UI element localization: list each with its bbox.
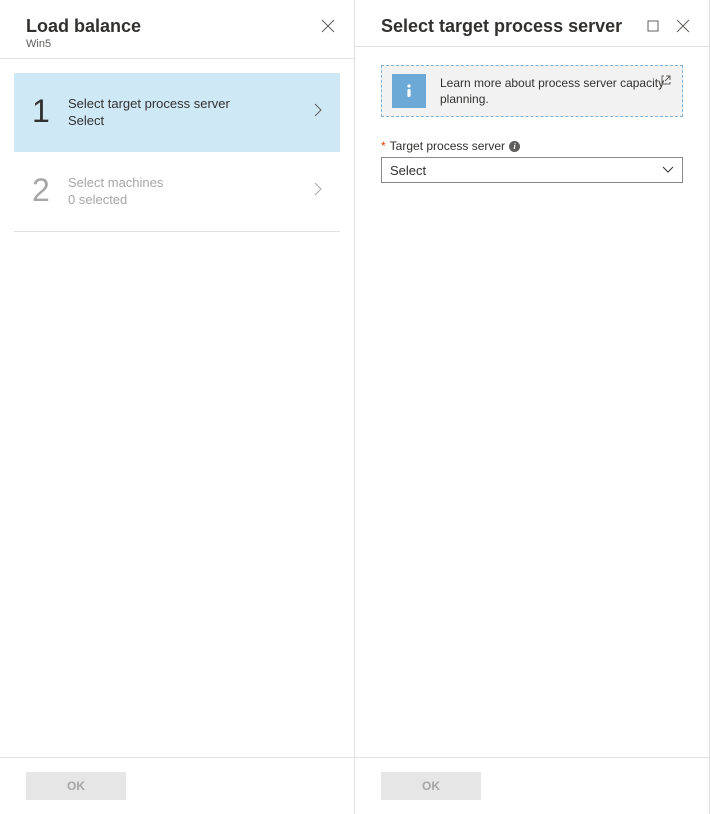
required-asterisk: *	[381, 139, 386, 153]
chevron-down-icon	[662, 163, 674, 177]
external-link-icon[interactable]	[660, 74, 672, 89]
chevron-right-icon	[314, 180, 328, 201]
left-subtitle: Win5	[26, 38, 141, 50]
info-icon	[392, 74, 426, 108]
left-header-icons	[320, 14, 336, 34]
close-icon[interactable]	[675, 18, 691, 34]
load-balance-pane: Load balance Win5 1 Select target proces…	[0, 0, 355, 814]
step-select-target-server[interactable]: 1 Select target process server Select	[14, 73, 340, 152]
step-sub: Select	[68, 113, 314, 128]
right-titles: Select target process server	[381, 14, 622, 38]
right-title: Select target process server	[381, 14, 622, 38]
left-title: Load balance	[26, 14, 141, 38]
select-value: Select	[390, 163, 426, 178]
ok-button[interactable]: OK	[26, 772, 126, 800]
close-icon[interactable]	[320, 18, 336, 34]
info-banner[interactable]: Learn more about process server capacity…	[381, 65, 683, 117]
left-header: Load balance Win5	[0, 0, 354, 59]
step-sub: 0 selected	[68, 192, 314, 207]
ok-button[interactable]: OK	[381, 772, 481, 800]
chevron-right-icon	[314, 101, 328, 122]
target-server-select[interactable]: Select	[381, 157, 683, 183]
right-footer: OK	[355, 757, 709, 814]
maximize-icon[interactable]	[645, 18, 661, 34]
field-label-text: Target process server	[390, 139, 505, 153]
steps-list: 1 Select target process server Select 2 …	[0, 59, 354, 757]
step-title: Select target process server	[68, 96, 314, 111]
step-texts: Select target process server Select	[68, 96, 314, 128]
info-text: Learn more about process server capacity…	[440, 75, 672, 107]
step-number: 2	[32, 172, 68, 209]
right-body: Learn more about process server capacity…	[355, 47, 709, 757]
step-select-machines[interactable]: 2 Select machines 0 selected	[14, 152, 340, 232]
step-title: Select machines	[68, 175, 314, 190]
right-header: Select target process server	[355, 0, 709, 47]
left-titles: Load balance Win5	[26, 14, 141, 50]
left-footer: OK	[0, 757, 354, 814]
step-texts: Select machines 0 selected	[68, 175, 314, 207]
select-target-pane: Select target process server Learn more …	[355, 0, 710, 814]
step-number: 1	[32, 93, 68, 130]
right-header-icons	[645, 14, 691, 34]
help-icon[interactable]: i	[509, 141, 520, 152]
target-server-label: * Target process server i	[381, 139, 683, 153]
